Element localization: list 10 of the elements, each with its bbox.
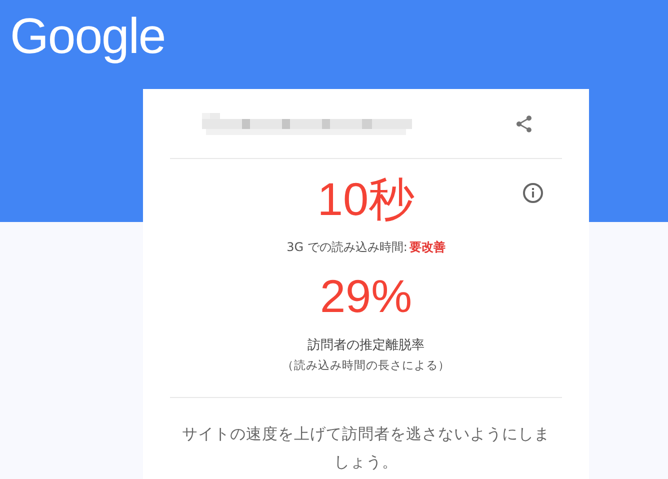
google-logo: Google: [10, 7, 166, 66]
bounce-rate-note: （読み込み時間の長さによる）: [282, 358, 450, 373]
rating-status: 要改善: [409, 240, 446, 254]
load-time-value: 10秒: [317, 173, 415, 225]
bounce-rate-label: 訪問者の推定離脱率: [308, 337, 424, 354]
share-icon[interactable]: [514, 114, 534, 134]
advice-text: サイトの速度を上げて訪問者を逃さないようにしましょう。: [181, 424, 551, 473]
bounce-rate-value: 29%: [320, 270, 412, 322]
load-time-label: 3G での読み込み時間:: [286, 240, 408, 254]
info-icon[interactable]: [521, 181, 545, 205]
